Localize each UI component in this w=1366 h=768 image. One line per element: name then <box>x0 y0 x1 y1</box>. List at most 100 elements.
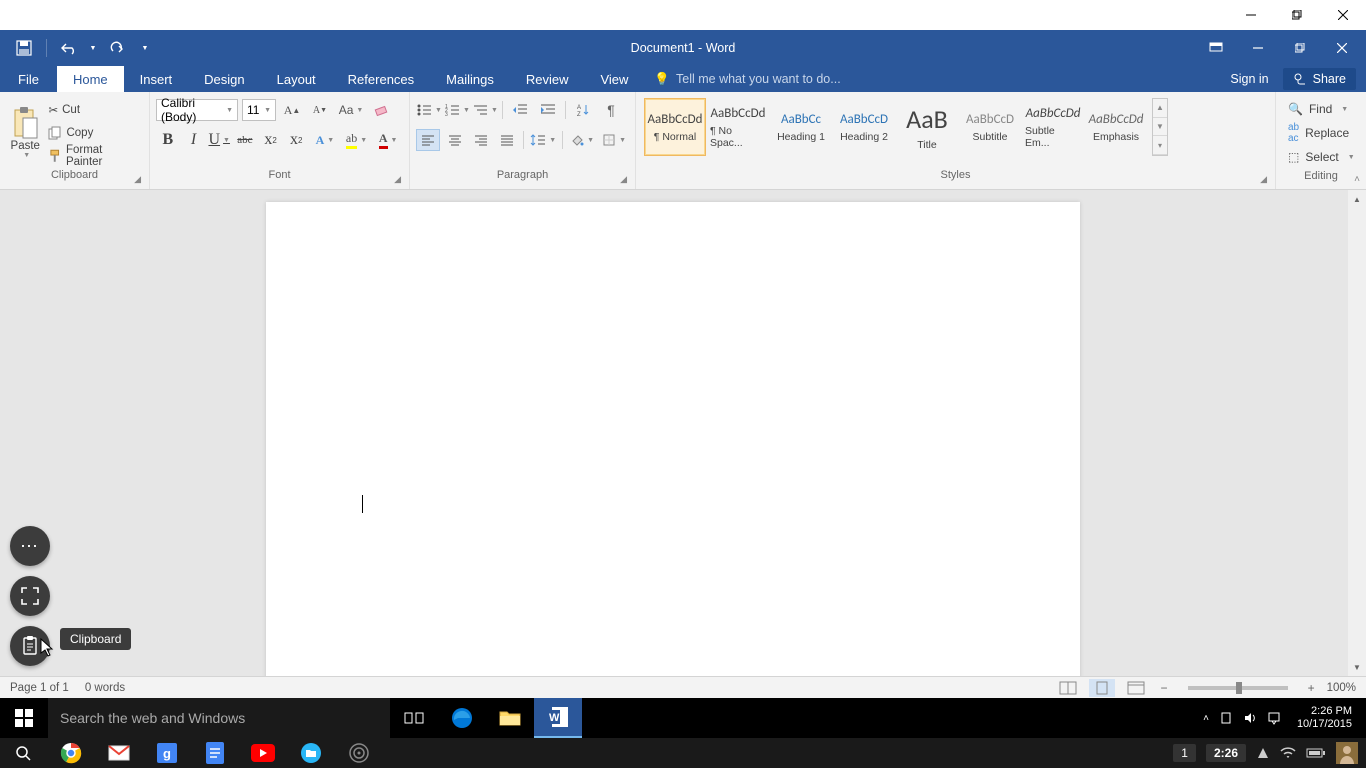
dock-badge[interactable]: 1 <box>1173 744 1196 762</box>
word-count[interactable]: 0 words <box>85 682 125 694</box>
tab-mailings[interactable]: Mailings <box>430 66 510 92</box>
style-tile-subtitle[interactable]: AaBbCcDSubtitle <box>959 98 1021 156</box>
tray-network-icon[interactable] <box>1219 711 1233 725</box>
underline-button[interactable]: U▼ <box>207 129 231 151</box>
dock-chrome[interactable] <box>56 738 86 768</box>
strikethrough-button[interactable]: abc <box>233 129 257 151</box>
zoom-slider[interactable] <box>1188 686 1288 690</box>
document-page[interactable] <box>266 202 1080 676</box>
window-restore-button[interactable] <box>1274 0 1320 30</box>
qat-customize-button[interactable]: ▼ <box>135 34 155 62</box>
window-close-button[interactable] <box>1320 0 1366 30</box>
tab-home[interactable]: Home <box>57 66 124 92</box>
ribbon-display-options-button[interactable] <box>1196 34 1236 62</box>
style-tile-heading-1[interactable]: AaBbCcHeading 1 <box>770 98 832 156</box>
undo-button[interactable] <box>53 34 85 62</box>
tab-file[interactable]: File <box>0 66 57 92</box>
style-tile---no-spac---[interactable]: AaBbCcDd¶ No Spac... <box>707 98 769 156</box>
overlay-fullscreen-button[interactable] <box>10 576 50 616</box>
borders-button[interactable]: ▼ <box>599 129 629 151</box>
font-color-button[interactable]: A▼ <box>373 129 403 151</box>
overlay-more-button[interactable]: ⋯ <box>10 526 50 566</box>
tray-volume-icon[interactable] <box>1243 711 1257 725</box>
tab-design[interactable]: Design <box>188 66 260 92</box>
multilevel-list-button[interactable]: ▼ <box>472 99 498 121</box>
redo-button[interactable] <box>101 34 133 62</box>
zoom-thumb[interactable] <box>1236 682 1242 694</box>
format-painter-button[interactable]: Format Painter <box>48 145 139 167</box>
clear-formatting-button[interactable] <box>370 99 394 121</box>
style-tile-subtle-em---[interactable]: AaBbCcDdSubtle Em... <box>1022 98 1084 156</box>
paste-button[interactable]: Paste ▼ <box>6 96 44 169</box>
shading-button[interactable]: ▼ <box>567 129 597 151</box>
web-layout-button[interactable] <box>1123 679 1149 697</box>
bold-button[interactable]: B <box>156 129 180 151</box>
tab-references[interactable]: References <box>332 66 430 92</box>
tray-chevron-icon[interactable]: ˄ <box>1203 713 1209 724</box>
bullets-button[interactable]: ▼ <box>416 99 442 121</box>
scroll-up-button[interactable]: ▲ <box>1348 190 1366 208</box>
styles-launcher[interactable]: ◢ <box>1260 174 1267 185</box>
dock-battery-icon[interactable] <box>1306 747 1326 759</box>
style-tile---normal[interactable]: AaBbCcDd¶ Normal <box>644 98 706 156</box>
superscript-button[interactable]: x2 <box>284 129 308 151</box>
dock-files[interactable] <box>296 738 326 768</box>
dock-up-icon[interactable] <box>1256 746 1270 760</box>
word-minimize-button[interactable] <box>1238 34 1278 62</box>
print-layout-button[interactable] <box>1089 679 1115 697</box>
font-name-combo[interactable]: Calibri (Body)▼ <box>156 99 238 121</box>
word-restore-button[interactable] <box>1280 34 1320 62</box>
select-button[interactable]: ⬚Select▼ <box>1288 146 1355 168</box>
page-indicator[interactable]: Page 1 of 1 <box>10 682 69 694</box>
style-tile-heading-2[interactable]: AaBbCcDHeading 2 <box>833 98 895 156</box>
numbering-button[interactable]: 123▼ <box>444 99 470 121</box>
italic-button[interactable]: I <box>182 129 206 151</box>
style-tile-emphasis[interactable]: AaBbCcDdEmphasis <box>1085 98 1147 156</box>
taskbar-explorer[interactable] <box>486 698 534 738</box>
dock-clock[interactable]: 2:26 <box>1206 744 1246 762</box>
dock-target[interactable] <box>344 738 374 768</box>
show-marks-button[interactable]: ¶ <box>598 99 624 121</box>
zoom-out-button[interactable]: − <box>1157 681 1172 695</box>
styles-scroll[interactable]: ▲▼▾ <box>1152 98 1168 156</box>
style-tile-title[interactable]: AaBTitle <box>896 98 958 156</box>
sort-button[interactable]: AZ <box>570 99 596 121</box>
dock-google[interactable]: g <box>152 738 182 768</box>
dock-youtube[interactable] <box>248 738 278 768</box>
increase-indent-button[interactable] <box>535 99 561 121</box>
dock-gmail[interactable] <box>104 738 134 768</box>
tab-review[interactable]: Review <box>510 66 585 92</box>
taskbar-edge[interactable] <box>438 698 486 738</box>
tray-notifications-icon[interactable] <box>1267 711 1281 725</box>
change-case-button[interactable]: Aa▼ <box>336 99 366 121</box>
find-button[interactable]: 🔍Find▼ <box>1288 98 1355 120</box>
zoom-in-button[interactable]: + <box>1304 681 1319 695</box>
taskbar-word[interactable]: W <box>534 698 582 738</box>
clipboard-launcher[interactable]: ◢ <box>134 174 141 185</box>
align-right-button[interactable] <box>469 129 493 151</box>
subscript-button[interactable]: x2 <box>259 129 283 151</box>
copy-button[interactable]: Copy <box>48 122 139 144</box>
taskbar-clock[interactable]: 2:26 PM 10/17/2015 <box>1291 705 1358 731</box>
cut-button[interactable]: ✂Cut <box>48 99 139 121</box>
text-effects-button[interactable]: A▼ <box>310 129 340 151</box>
font-size-combo[interactable]: 11▼ <box>242 99 276 121</box>
start-button[interactable] <box>0 698 48 738</box>
share-button[interactable]: Share <box>1283 68 1356 90</box>
dock-avatar[interactable] <box>1336 742 1358 764</box>
align-center-button[interactable] <box>442 129 466 151</box>
scroll-down-button[interactable]: ▼ <box>1348 658 1366 676</box>
grow-font-button[interactable]: A▲ <box>280 99 304 121</box>
justify-button[interactable] <box>495 129 519 151</box>
styles-gallery[interactable]: AaBbCcDd¶ NormalAaBbCcDd¶ No Spac...AaBb… <box>642 96 1170 169</box>
dock-search-button[interactable] <box>8 738 38 768</box>
task-view-button[interactable] <box>390 698 438 738</box>
vertical-scrollbar[interactable]: ▲ ▼ <box>1348 190 1366 676</box>
undo-dropdown[interactable]: ▼ <box>87 34 99 62</box>
tab-view[interactable]: View <box>584 66 644 92</box>
line-spacing-button[interactable]: ▼ <box>528 129 558 151</box>
tab-layout[interactable]: Layout <box>261 66 332 92</box>
dock-wifi-icon[interactable] <box>1280 747 1296 759</box>
collapse-ribbon-button[interactable]: ˄ <box>1354 174 1360 185</box>
paragraph-launcher[interactable]: ◢ <box>620 174 627 185</box>
